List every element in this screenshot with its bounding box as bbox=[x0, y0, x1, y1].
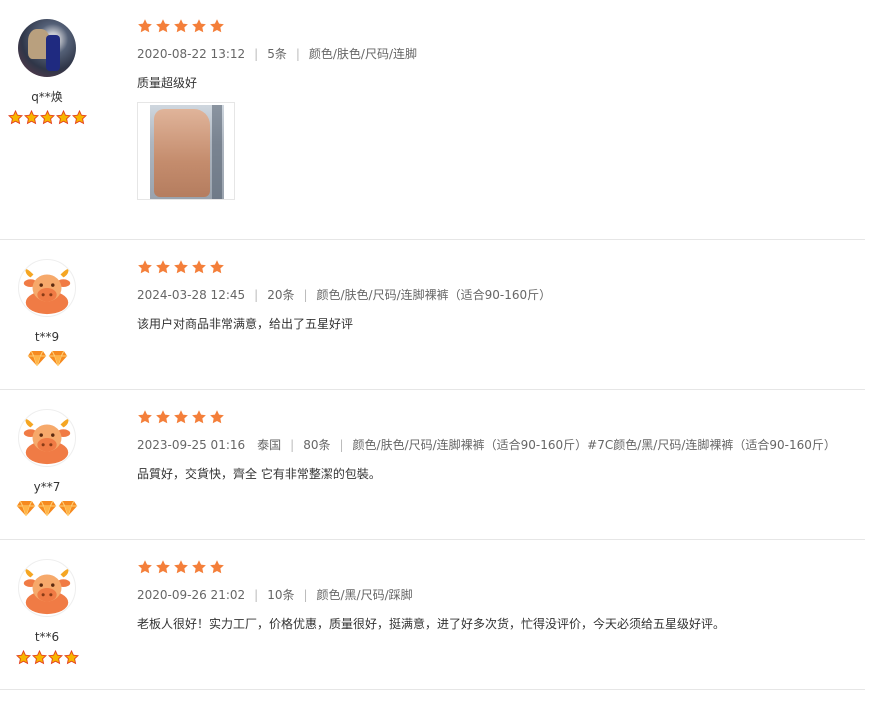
review-item: t**9 2024-03-28 12:45 | 20条 | 颜色/肤色/尺码/连脚裸裤（适… bbox=[0, 240, 865, 390]
star-icon bbox=[7, 109, 23, 125]
meta-divider: | bbox=[254, 588, 259, 602]
star-rating bbox=[137, 559, 865, 575]
rating-star-icon bbox=[209, 259, 225, 275]
reviewer-name: q**焕 bbox=[31, 90, 63, 104]
review-meta: 2020-08-22 13:12 | 5条 | 颜色/肤色/尺码/连脚 bbox=[137, 46, 865, 62]
meta-divider: | bbox=[254, 47, 259, 61]
reviewer-info: t**6 bbox=[0, 540, 94, 665]
star-icon bbox=[63, 649, 79, 665]
rating-star-icon bbox=[191, 409, 207, 425]
reviewer-level-badges bbox=[0, 649, 94, 665]
star-rating bbox=[137, 18, 865, 34]
rating-star-icon bbox=[209, 18, 225, 34]
product-spec: 颜色/肤色/尺码/连脚 bbox=[308, 47, 418, 61]
reviewer-name: t**9 bbox=[34, 330, 60, 344]
review-date: 2024-03-28 12:45 bbox=[137, 288, 246, 302]
rating-star-icon bbox=[137, 18, 153, 34]
rating-star-icon bbox=[191, 259, 207, 275]
review-count: 10条 bbox=[267, 588, 295, 602]
reviewer-info: q**焕 bbox=[0, 0, 94, 125]
reviewer-name: t**6 bbox=[34, 630, 60, 644]
rating-star-icon bbox=[155, 259, 171, 275]
product-spec: 颜色/黑/尺码/踩脚 bbox=[316, 588, 413, 602]
review-text: 品質好，交貨快，齊全 它有非常整潔的包裝。 bbox=[137, 467, 381, 481]
review-meta: 2020-09-26 21:02 | 10条 | 颜色/黑/尺码/踩脚 bbox=[137, 587, 865, 603]
diamond-icon bbox=[37, 500, 57, 517]
reviewer-name: y**7 bbox=[33, 480, 61, 494]
meta-divider: | bbox=[303, 588, 308, 602]
diamond-icon bbox=[27, 350, 47, 367]
diamond-icon bbox=[16, 500, 36, 517]
star-icon bbox=[71, 109, 87, 125]
rating-star-icon bbox=[209, 559, 225, 575]
star-rating bbox=[137, 409, 865, 425]
review-item: y**7 2023-09-25 01:16 泰国 | 80条 | 颜色/肤色/尺码/连脚裸裤… bbox=[0, 390, 865, 540]
review-date: 2023-09-25 01:16 bbox=[137, 438, 246, 452]
rating-star-icon bbox=[173, 409, 189, 425]
review-text: 该用户对商品非常满意，给出了五星好评 bbox=[137, 317, 354, 331]
review-meta: 2023-09-25 01:16 泰国 | 80条 | 颜色/肤色/尺码/连脚裸裤（适合9… bbox=[137, 437, 865, 453]
avatar[interactable] bbox=[18, 259, 76, 317]
review-count: 80条 bbox=[303, 438, 331, 452]
review-photo-thumbnail[interactable] bbox=[137, 102, 235, 200]
diamond-icon bbox=[58, 500, 78, 517]
avatar[interactable] bbox=[18, 19, 76, 77]
rating-star-icon bbox=[173, 559, 189, 575]
product-spec: 颜色/肤色/尺码/连脚裸裤（适合90-160斤） bbox=[316, 288, 552, 302]
review-date: 2020-09-26 21:02 bbox=[137, 588, 246, 602]
star-icon bbox=[47, 649, 63, 665]
review-count: 5条 bbox=[267, 47, 287, 61]
meta-divider: | bbox=[290, 438, 295, 452]
star-icon bbox=[23, 109, 39, 125]
avatar[interactable] bbox=[18, 559, 76, 617]
rating-star-icon bbox=[173, 18, 189, 34]
review-item: q**焕 2020-08-22 13:12 | 5条 | 颜色/肤色/尺码/连脚质量超级好 bbox=[0, 0, 865, 240]
meta-divider: | bbox=[295, 47, 300, 61]
rating-star-icon bbox=[137, 409, 153, 425]
avatar[interactable] bbox=[18, 409, 76, 467]
star-icon bbox=[31, 649, 47, 665]
review-count: 20条 bbox=[267, 288, 295, 302]
review-text: 质量超级好 bbox=[137, 76, 198, 90]
star-icon bbox=[39, 109, 55, 125]
rating-star-icon bbox=[191, 559, 207, 575]
review-content: 2020-09-26 21:02 | 10条 | 颜色/黑/尺码/踩脚老板人很好！实力工… bbox=[137, 559, 865, 632]
product-photo-image bbox=[150, 105, 224, 199]
meta-divider: | bbox=[254, 288, 259, 302]
review-item: t**6 2020-09-26 21:02 | 10条 | 颜色/黑/尺码/踩脚老板人很好… bbox=[0, 540, 865, 690]
review-date: 2020-08-22 13:12 bbox=[137, 47, 246, 61]
review-content: 2023-09-25 01:16 泰国 | 80条 | 颜色/肤色/尺码/连脚裸裤（适合9… bbox=[137, 409, 865, 482]
diamond-icon bbox=[48, 350, 68, 367]
review-content: 2020-08-22 13:12 | 5条 | 颜色/肤色/尺码/连脚质量超级好 bbox=[137, 18, 865, 200]
reviewer-info: y**7 bbox=[0, 390, 94, 517]
star-rating bbox=[137, 259, 865, 275]
review-content: 2024-03-28 12:45 | 20条 | 颜色/肤色/尺码/连脚裸裤（适合90-… bbox=[137, 259, 865, 332]
rating-star-icon bbox=[155, 18, 171, 34]
reviewer-info: t**9 bbox=[0, 240, 94, 367]
reviewer-level-badges bbox=[0, 350, 94, 367]
star-icon bbox=[55, 109, 71, 125]
review-location: 泰国 bbox=[257, 438, 282, 452]
rating-star-icon bbox=[173, 259, 189, 275]
rating-star-icon bbox=[137, 259, 153, 275]
review-text: 老板人很好！实力工厂，价格优惠，质量很好，挺满意，进了好多次货，忙得没评价，今天… bbox=[137, 617, 726, 631]
meta-divider: | bbox=[303, 288, 308, 302]
star-icon bbox=[15, 649, 31, 665]
rating-star-icon bbox=[191, 18, 207, 34]
reviewer-level-badges bbox=[0, 109, 94, 125]
meta-divider: | bbox=[339, 438, 344, 452]
review-meta: 2024-03-28 12:45 | 20条 | 颜色/肤色/尺码/连脚裸裤（适合90-… bbox=[137, 287, 865, 303]
rating-star-icon bbox=[155, 559, 171, 575]
rating-star-icon bbox=[209, 409, 225, 425]
rating-star-icon bbox=[155, 409, 171, 425]
product-spec: 颜色/肤色/尺码/连脚裸裤（适合90-160斤）#7C颜色/黑/尺码/连脚裸裤（… bbox=[352, 438, 836, 452]
reviewer-level-badges bbox=[0, 500, 94, 517]
rating-star-icon bbox=[137, 559, 153, 575]
